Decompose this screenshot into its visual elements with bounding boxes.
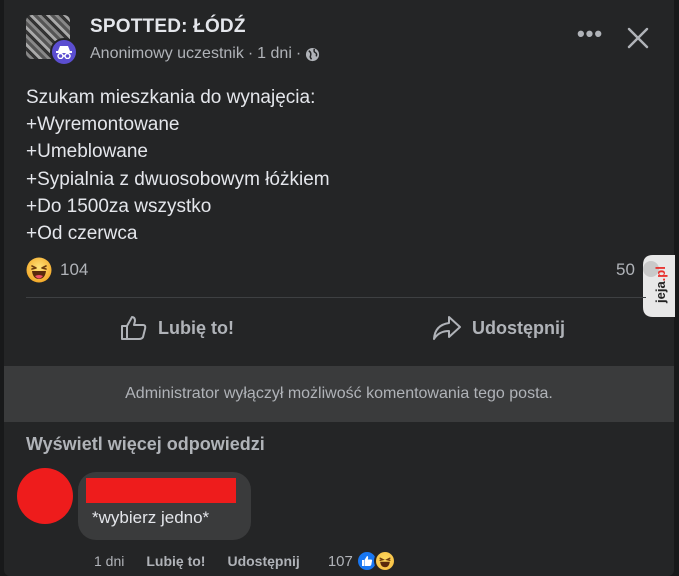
comment-share-link[interactable]: Udostępnij xyxy=(227,553,299,569)
comment-actions: 1 dni Lubię to! Udostępnij 107 xyxy=(94,550,396,572)
close-icon xyxy=(627,27,649,49)
view-more-replies-link[interactable]: Wyświetl więcej odpowiedzi xyxy=(26,434,265,455)
post-line: +Sypialnia z dwuosobowym łóżkiem xyxy=(26,168,330,190)
group-name[interactable]: SPOTTED: ŁÓDŹ xyxy=(90,16,246,38)
comments-disabled-notice: Administrator wyłączył możliwość komento… xyxy=(4,366,674,422)
comment-reaction-count[interactable]: 107 xyxy=(328,553,353,570)
post-text: Szukam mieszkania do wynajęcia: +Wyremon… xyxy=(26,84,330,247)
reactions-divider xyxy=(26,297,646,298)
haha-icon xyxy=(26,257,52,283)
like-label: Lubię to! xyxy=(158,317,234,338)
post-line: +Wyremontowane xyxy=(26,114,180,136)
jeja-watermark: jeja.pl xyxy=(643,255,675,317)
post-avatar[interactable] xyxy=(26,15,78,67)
svg-text:jeja.pl: jeja.pl xyxy=(653,266,668,304)
comment-time[interactable]: 1 dni xyxy=(94,553,124,569)
post-line: +Umeblowane xyxy=(26,141,148,163)
post-meta: Anonimowy uczestnik · 1 dni · xyxy=(90,45,320,63)
author-name[interactable]: Anonimowy uczestnik xyxy=(90,45,244,63)
more-icon: ••• xyxy=(576,21,604,46)
comment-text: *wybierz jedno* xyxy=(92,508,210,527)
reaction-summary[interactable]: 104 xyxy=(26,257,88,283)
comment-avatar[interactable] xyxy=(17,468,73,524)
redacted-commenter-name xyxy=(86,478,236,503)
post-line: +Do 1500za wszystko xyxy=(26,195,212,217)
post-line: +Od czerwca xyxy=(26,223,138,245)
meta-separator: · xyxy=(247,45,254,62)
close-button[interactable] xyxy=(622,22,654,54)
share-button[interactable]: Udostępnij xyxy=(432,310,565,346)
globe-icon xyxy=(306,47,320,61)
reaction-count: 104 xyxy=(60,260,89,279)
comment-count[interactable]: 50 xyxy=(616,260,635,280)
share-label: Udostępnij xyxy=(472,317,565,338)
post-line: Szukam mieszkania do wynajęcia: xyxy=(26,87,316,108)
meta-separator-2: · xyxy=(295,45,302,62)
more-options-button[interactable]: ••• xyxy=(574,21,606,52)
like-button[interactable]: Lubię to! xyxy=(120,310,234,346)
comment-like-link[interactable]: Lubię to! xyxy=(146,553,205,569)
share-icon xyxy=(433,316,461,340)
haha-icon xyxy=(373,550,396,572)
anonymous-icon xyxy=(50,38,78,66)
post-time[interactable]: 1 dni xyxy=(257,45,292,63)
like-outline-icon xyxy=(121,316,147,340)
